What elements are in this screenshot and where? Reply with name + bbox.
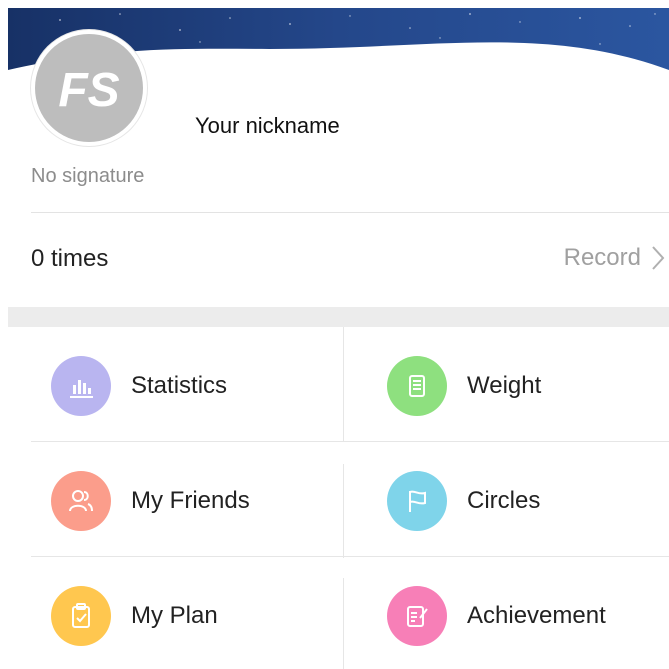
menu-my-friends[interactable]: My Friends [31,443,341,555]
circles-icon-circle [387,471,447,531]
menu-label: My Plan [131,602,218,629]
statistics-icon-circle [51,356,111,416]
menu-my-plan[interactable]: My Plan [31,558,341,669]
nickname[interactable]: Your nickname [195,113,340,139]
profile-page: FS Your nickname No signature 0 times Re… [0,0,669,669]
document-icon [409,375,425,397]
avatar-logo-text: FS [58,64,119,117]
note-edit-icon [407,606,428,627]
friends-icon [69,490,93,512]
menu-circles[interactable]: Circles [367,443,669,555]
flag-icon [409,490,426,512]
bar-chart-icon [70,380,93,398]
clipboard-check-icon [72,603,90,628]
grid-divider-vertical [343,464,344,558]
plan-icon-circle [51,586,111,646]
signature[interactable]: No signature [31,165,144,188]
avatar[interactable]: FS [31,30,147,146]
menu-label: Circles [467,487,541,514]
grid-divider-vertical [343,578,344,669]
workout-count: 0 times [31,245,109,272]
chevron-right-icon [652,246,665,270]
menu-achievement[interactable]: Achievement [367,558,669,669]
menu-weight[interactable]: Weight [367,328,669,440]
menu-label: Weight [467,372,542,399]
record-link[interactable]: Record [564,243,665,273]
grid-divider-horizontal [31,441,669,442]
record-label: Record [563,244,641,271]
grid-divider-vertical [343,327,344,442]
avatar-logo: FS [35,34,143,142]
friends-icon-circle [51,471,111,531]
record-row[interactable]: 0 times Record [0,213,669,306]
menu-label: Achievement [467,602,606,629]
menu-label: My Friends [131,487,250,514]
grid-divider-horizontal [31,556,669,557]
achievement-icon-circle [387,586,447,646]
menu-label: Statistics [131,372,228,399]
menu-statistics[interactable]: Statistics [31,328,341,440]
weight-icon-circle [387,356,447,416]
section-separator [8,307,669,327]
